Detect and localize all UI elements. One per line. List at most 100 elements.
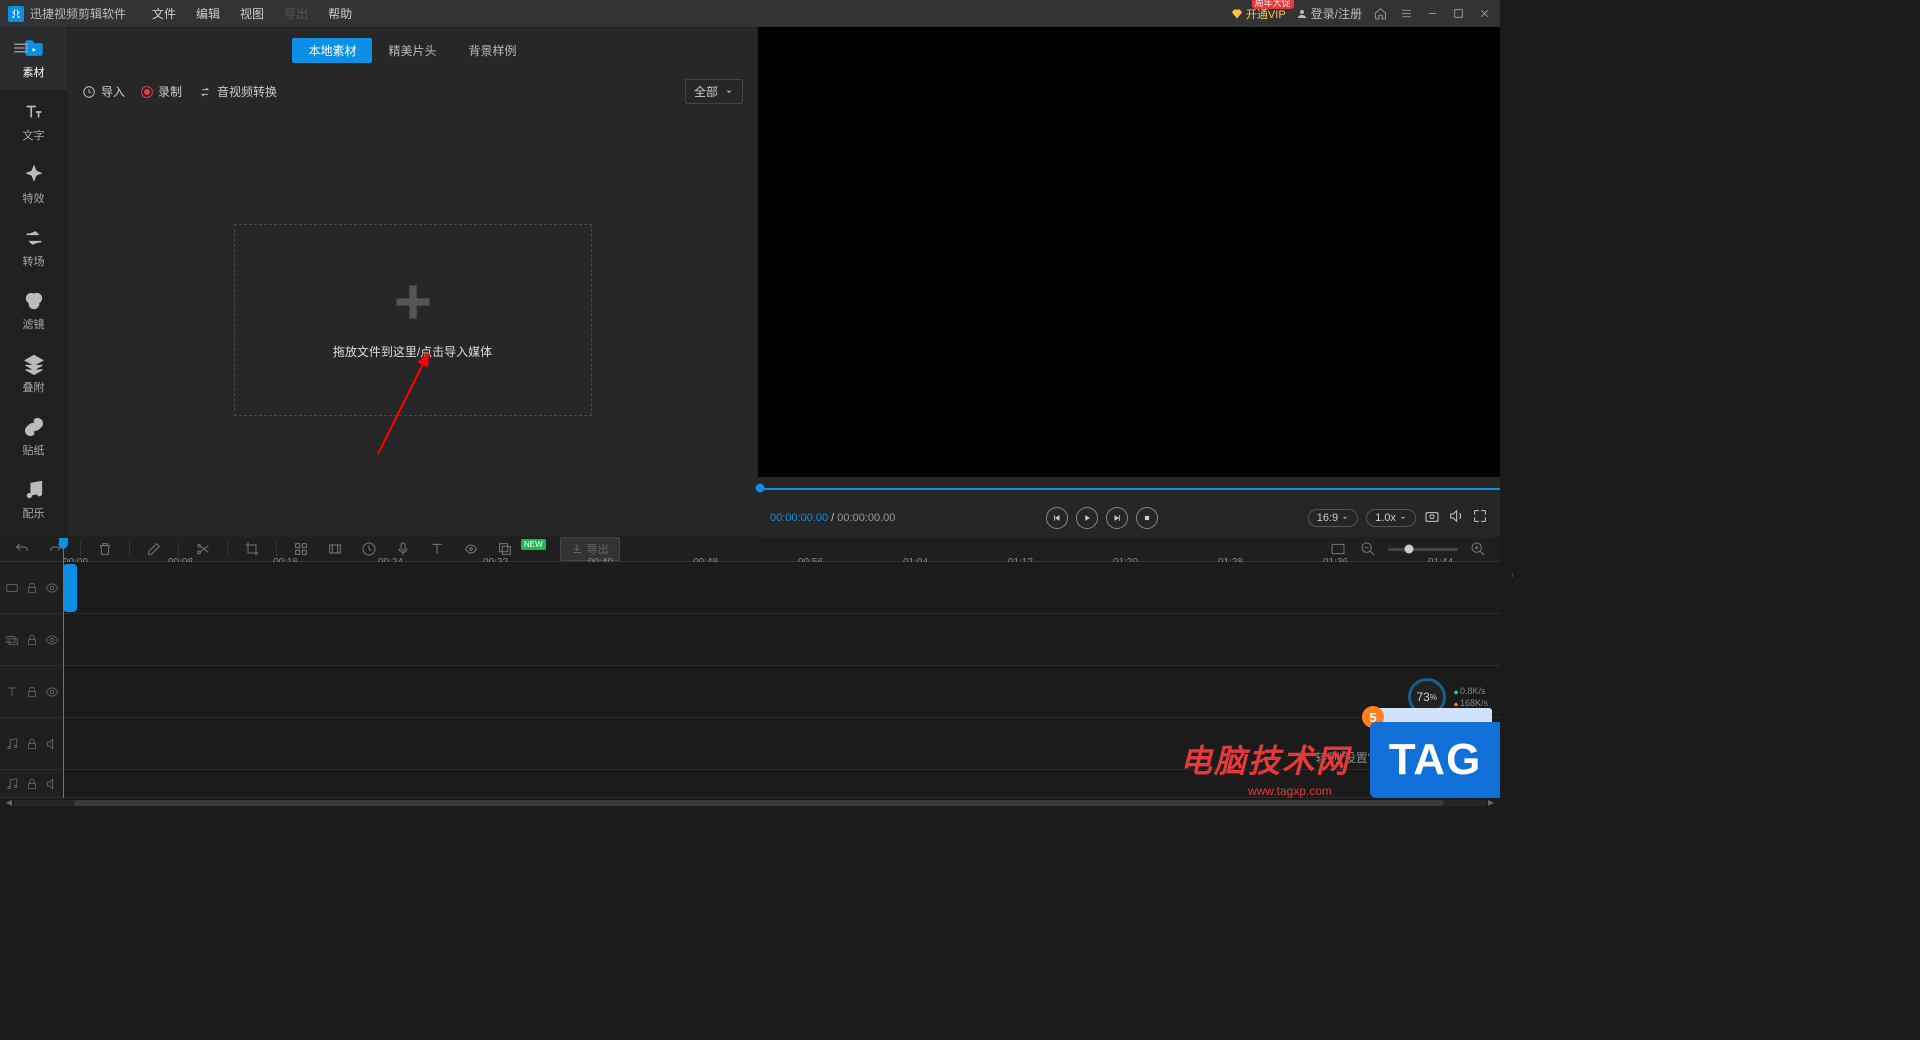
minimize-button[interactable] [1424, 6, 1440, 22]
menu-export: 导出 [274, 5, 318, 22]
aspect-ratio-dropdown[interactable]: 16:9 [1308, 509, 1358, 527]
playback-speed-dropdown[interactable]: 1.0x [1366, 509, 1416, 527]
track-body[interactable] [63, 562, 1500, 613]
sidebar-item-transitions[interactable]: 转场 [0, 216, 67, 279]
media-filter-dropdown[interactable]: 全部 [685, 79, 743, 104]
convert-label: 音视频转换 [217, 83, 277, 100]
audio-track-1[interactable] [0, 718, 1500, 770]
sidebar-item-text[interactable]: 文字 [0, 90, 67, 153]
vip-link[interactable]: 开通VIP 周年大促 [1231, 6, 1286, 22]
timeline-panel: NEW 导出 00:0000:0800:1600:2400:3200:4000:… [0, 537, 1500, 807]
sidebar-item-label: 文字 [23, 127, 45, 143]
login-link[interactable]: 登录/注册 [1296, 5, 1362, 22]
user-icon [1296, 8, 1308, 20]
hamburger-menu-button[interactable] [1398, 6, 1414, 22]
track-adjust-button[interactable] [12, 41, 30, 60]
track-body[interactable] [63, 666, 1500, 717]
preview-panel: 00:00:00.00 / 00:00:00.00 16:9 1.0x [758, 27, 1500, 537]
separator [80, 541, 81, 557]
scrubber-thumb[interactable] [756, 484, 765, 493]
filter-label: 全部 [694, 83, 718, 100]
sidebar-item-label: 滤镜 [23, 316, 45, 332]
maximize-button[interactable] [1450, 6, 1466, 22]
record-button[interactable]: 录制 [141, 83, 182, 100]
sidebar-item-overlays[interactable]: 叠附 [0, 342, 67, 405]
snapshot-button[interactable] [1424, 508, 1440, 529]
media-panel: 本地素材 精美片头 背景样例 导入 录制 音视频转换 全部 [67, 27, 758, 537]
menu-file[interactable]: 文件 [142, 5, 186, 22]
menu-edit[interactable]: 编辑 [186, 5, 230, 22]
timeline-tracks [0, 562, 1500, 798]
track-head-video [0, 562, 63, 613]
export-icon [571, 543, 583, 555]
current-time: 00:00:00.00 [770, 512, 828, 524]
main-area: 素材 文字 特效 转场 滤镜 叠附 贴纸 配乐 [0, 27, 1500, 537]
home-button[interactable] [1372, 6, 1388, 22]
eye-icon [45, 633, 59, 647]
sidebar-item-music[interactable]: 配乐 [0, 468, 67, 531]
menu-help[interactable]: 帮助 [318, 5, 362, 22]
eye-icon [45, 581, 59, 595]
undo-button[interactable] [12, 539, 32, 559]
tab-templates[interactable]: 精美片头 [372, 38, 452, 63]
sidebar-item-filters[interactable]: 滤镜 [0, 279, 67, 342]
convert-icon [198, 85, 212, 99]
sidebar-item-stickers[interactable]: 贴纸 [0, 405, 67, 468]
playhead[interactable] [63, 538, 64, 798]
track-body[interactable] [63, 614, 1500, 665]
record-label: 录制 [158, 83, 182, 100]
convert-button[interactable]: 音视频转换 [198, 83, 277, 100]
scroll-right-arrow[interactable]: ▶ [1486, 798, 1496, 807]
menu-view[interactable]: 视图 [230, 5, 274, 22]
scroll-track[interactable] [14, 800, 1486, 806]
separator [178, 541, 179, 557]
overlay-track[interactable] [0, 614, 1500, 666]
refresh-import-icon [82, 85, 96, 99]
prev-frame-button[interactable] [1046, 507, 1068, 529]
volume-button[interactable] [1448, 508, 1464, 529]
sidebar-item-effects[interactable]: 特效 [0, 153, 67, 216]
tab-local-media[interactable]: 本地素材 [292, 38, 372, 63]
video-track[interactable] [0, 562, 1500, 614]
import-label: 导入 [101, 83, 125, 100]
stop-button[interactable] [1136, 507, 1158, 529]
new-badge: NEW [521, 539, 546, 550]
close-button[interactable] [1476, 6, 1492, 22]
link-icon [23, 416, 45, 438]
timeline-scrollbar[interactable]: ◀ ▶ [0, 798, 1500, 807]
mute-icon [45, 777, 59, 791]
sidebar-item-label: 转场 [23, 253, 45, 269]
login-label: 登录/注册 [1311, 5, 1362, 22]
export-label: 导出 [587, 541, 609, 557]
fullscreen-button[interactable] [1472, 508, 1488, 529]
scroll-thumb[interactable] [74, 800, 1444, 806]
audio-track-2[interactable] [0, 770, 1500, 798]
track-body[interactable] [63, 770, 1500, 797]
preview-viewport[interactable] [758, 27, 1500, 477]
next-frame-button[interactable] [1106, 507, 1128, 529]
lock-icon [25, 581, 39, 595]
zoom-thumb[interactable] [1405, 545, 1414, 554]
tab-backgrounds[interactable]: 背景样例 [453, 38, 533, 63]
chevron-down-icon [1399, 514, 1407, 522]
media-dropzone[interactable]: 拖放文件到这里/点击导入媒体 [234, 224, 592, 416]
play-button[interactable] [1076, 507, 1098, 529]
vip-promo-badge: 周年大促 [1252, 0, 1294, 9]
sidebar-item-label: 叠附 [23, 379, 45, 395]
preview-scrubber[interactable] [758, 477, 1500, 499]
import-button[interactable]: 导入 [82, 83, 125, 100]
sidebar-item-media[interactable]: 素材 [0, 27, 67, 90]
app-logo-icon [8, 6, 24, 22]
zoom-slider[interactable] [1388, 548, 1458, 551]
chevron-down-icon [724, 87, 734, 97]
plus-icon [391, 280, 435, 329]
text-track[interactable] [0, 666, 1500, 718]
lock-icon [25, 777, 39, 791]
dropzone-wrap: 拖放文件到这里/点击导入媒体 [68, 114, 757, 536]
track-body[interactable] [63, 718, 1500, 769]
overlay-track-icon [5, 633, 19, 647]
app-title: 迅捷视频剪辑软件 [30, 5, 126, 22]
time-separator: / [828, 512, 837, 524]
track-clip-placeholder[interactable] [63, 564, 77, 612]
scroll-left-arrow[interactable]: ◀ [4, 798, 14, 807]
